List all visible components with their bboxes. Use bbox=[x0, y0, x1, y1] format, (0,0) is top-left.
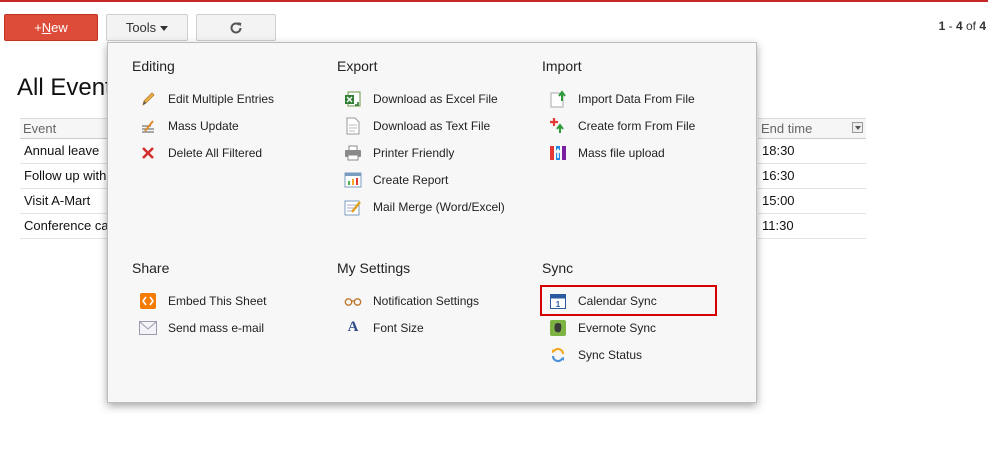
menu-item-label: Embed This Sheet bbox=[168, 293, 267, 308]
menu-item-notification-settings[interactable]: Notification Settings bbox=[337, 287, 479, 314]
menu-item-create-report[interactable]: Create Report bbox=[337, 166, 505, 193]
editing-section: Editing Edit Multiple Entries Mass Updat… bbox=[132, 57, 274, 166]
menu-item-label: Sync Status bbox=[578, 347, 643, 362]
table-cell-end-time[interactable]: 16:30 bbox=[758, 164, 866, 189]
report-icon bbox=[344, 171, 362, 189]
new-button-rest: ew bbox=[51, 20, 68, 35]
menu-item-printer-friendly[interactable]: Printer Friendly bbox=[337, 139, 505, 166]
menu-item-import-data[interactable]: Import Data From File bbox=[542, 85, 695, 112]
menu-item-label: Font Size bbox=[373, 320, 424, 335]
embed-icon bbox=[139, 292, 157, 310]
menu-item-label: Delete All Filtered bbox=[168, 145, 263, 160]
menu-item-label: Import Data From File bbox=[578, 91, 695, 106]
table-cell-event[interactable]: Conference call bbox=[20, 214, 110, 239]
menu-item-label: Edit Multiple Entries bbox=[168, 91, 275, 106]
pencil-icon bbox=[139, 90, 157, 108]
settings-section: My Settings Notification Settings A Font… bbox=[337, 259, 479, 341]
tools-dropdown-menu: Editing Edit Multiple Entries Mass Updat… bbox=[107, 42, 757, 403]
share-section: Share Embed This Sheet Send mass e-mail bbox=[132, 259, 267, 341]
menu-item-mass-file-upload[interactable]: Mass file upload bbox=[542, 139, 695, 166]
menu-item-label: Printer Friendly bbox=[373, 145, 455, 160]
table-cell-event[interactable]: Follow up with bbox=[20, 164, 110, 189]
mass-update-icon bbox=[139, 117, 157, 135]
pager: 1 - 4 of 4 bbox=[939, 19, 986, 33]
event-column-header[interactable]: Event bbox=[20, 118, 110, 139]
table-cell-event[interactable]: Visit A-Mart bbox=[20, 189, 110, 214]
import-file-icon bbox=[549, 89, 567, 108]
sync-status-icon bbox=[549, 346, 567, 364]
evernote-icon bbox=[549, 319, 567, 337]
menu-item-label: Mail Merge (Word/Excel) bbox=[373, 199, 505, 214]
caret-down-icon bbox=[160, 26, 169, 32]
pager-sep: - bbox=[945, 19, 956, 33]
menu-item-sync-status[interactable]: Sync Status bbox=[542, 341, 715, 368]
svg-text:1: 1 bbox=[556, 300, 561, 309]
menu-item-label: Calendar Sync bbox=[578, 293, 657, 308]
sync-section: Sync 1 Calendar Sync Evernote Sync Sync … bbox=[540, 259, 717, 368]
calendar-icon: 1 bbox=[549, 292, 567, 310]
delete-x-icon bbox=[139, 144, 157, 162]
menu-item-embed-sheet[interactable]: Embed This Sheet bbox=[132, 287, 267, 314]
table-cell-end-time[interactable]: 11:30 bbox=[758, 214, 866, 239]
section-title-settings: My Settings bbox=[337, 260, 411, 276]
font-icon: A bbox=[347, 319, 359, 335]
table-cell-end-time[interactable]: 15:00 bbox=[758, 189, 866, 214]
menu-item-label: Evernote Sync bbox=[578, 320, 657, 335]
create-form-icon bbox=[549, 117, 567, 135]
tools-button[interactable]: Tools bbox=[106, 14, 188, 41]
event-column: Event Annual leave Follow up with Visit … bbox=[20, 118, 110, 239]
end-time-column: End time 18:30 16:30 15:00 11:30 bbox=[758, 118, 866, 239]
pager-end: 4 bbox=[955, 19, 963, 33]
menu-item-label: Mass file upload bbox=[578, 145, 665, 160]
section-title-sync: Sync bbox=[542, 260, 574, 276]
pager-of: of bbox=[962, 19, 980, 33]
menu-item-download-excel[interactable]: Download as Excel File bbox=[337, 85, 505, 112]
menu-item-label: Create form From File bbox=[578, 118, 696, 133]
excel-icon bbox=[344, 90, 362, 108]
export-section: Export Download as Excel File Download a… bbox=[337, 57, 505, 220]
menu-item-label: Send mass e-mail bbox=[168, 320, 265, 335]
menu-item-edit-multiple-entries[interactable]: Edit Multiple Entries bbox=[132, 85, 274, 112]
glasses-icon bbox=[344, 292, 362, 310]
section-title-editing: Editing bbox=[132, 58, 175, 74]
new-button-underlined: N bbox=[41, 20, 52, 35]
menu-item-label: Notification Settings bbox=[373, 293, 480, 308]
menu-item-mail-merge[interactable]: Mail Merge (Word/Excel) bbox=[337, 193, 505, 220]
printer-icon bbox=[344, 144, 362, 162]
mass-upload-icon bbox=[549, 144, 567, 162]
pager-total: 4 bbox=[979, 19, 986, 33]
mail-merge-icon bbox=[344, 198, 362, 216]
new-button-prefix: + bbox=[34, 20, 42, 35]
table-cell-event[interactable]: Annual leave bbox=[20, 139, 110, 164]
menu-item-label: Mass Update bbox=[168, 118, 239, 133]
menu-item-mass-update[interactable]: Mass Update bbox=[132, 112, 274, 139]
section-title-export: Export bbox=[337, 58, 378, 74]
menu-item-label: Create Report bbox=[373, 172, 449, 187]
import-section: Import Import Data From File Create form… bbox=[542, 57, 695, 166]
refresh-button[interactable] bbox=[196, 14, 276, 41]
menu-item-calendar-sync[interactable]: 1 Calendar Sync bbox=[540, 285, 717, 316]
section-title-share: Share bbox=[132, 260, 170, 276]
top-accent-line bbox=[0, 0, 988, 2]
tools-button-label: Tools bbox=[125, 20, 157, 35]
menu-item-label: Download as Excel File bbox=[373, 91, 498, 106]
envelope-icon bbox=[139, 319, 157, 337]
section-title-import: Import bbox=[542, 58, 582, 74]
new-button[interactable]: +New bbox=[4, 14, 98, 41]
text-file-icon bbox=[344, 117, 362, 135]
menu-item-delete-all-filtered[interactable]: Delete All Filtered bbox=[132, 139, 274, 166]
menu-item-create-form[interactable]: Create form From File bbox=[542, 112, 695, 139]
refresh-icon bbox=[230, 21, 242, 33]
menu-item-send-mass-email[interactable]: Send mass e-mail bbox=[132, 314, 267, 341]
column-dropdown-icon[interactable] bbox=[852, 122, 863, 133]
menu-item-download-text[interactable]: Download as Text File bbox=[337, 112, 505, 139]
table-cell-end-time[interactable]: 18:30 bbox=[758, 139, 866, 164]
menu-item-evernote-sync[interactable]: Evernote Sync bbox=[542, 314, 715, 341]
menu-item-font-size[interactable]: A Font Size bbox=[337, 314, 479, 341]
end-time-header-label: End time bbox=[761, 121, 813, 136]
end-time-column-header[interactable]: End time bbox=[758, 118, 866, 139]
menu-item-label: Download as Text File bbox=[373, 118, 491, 133]
